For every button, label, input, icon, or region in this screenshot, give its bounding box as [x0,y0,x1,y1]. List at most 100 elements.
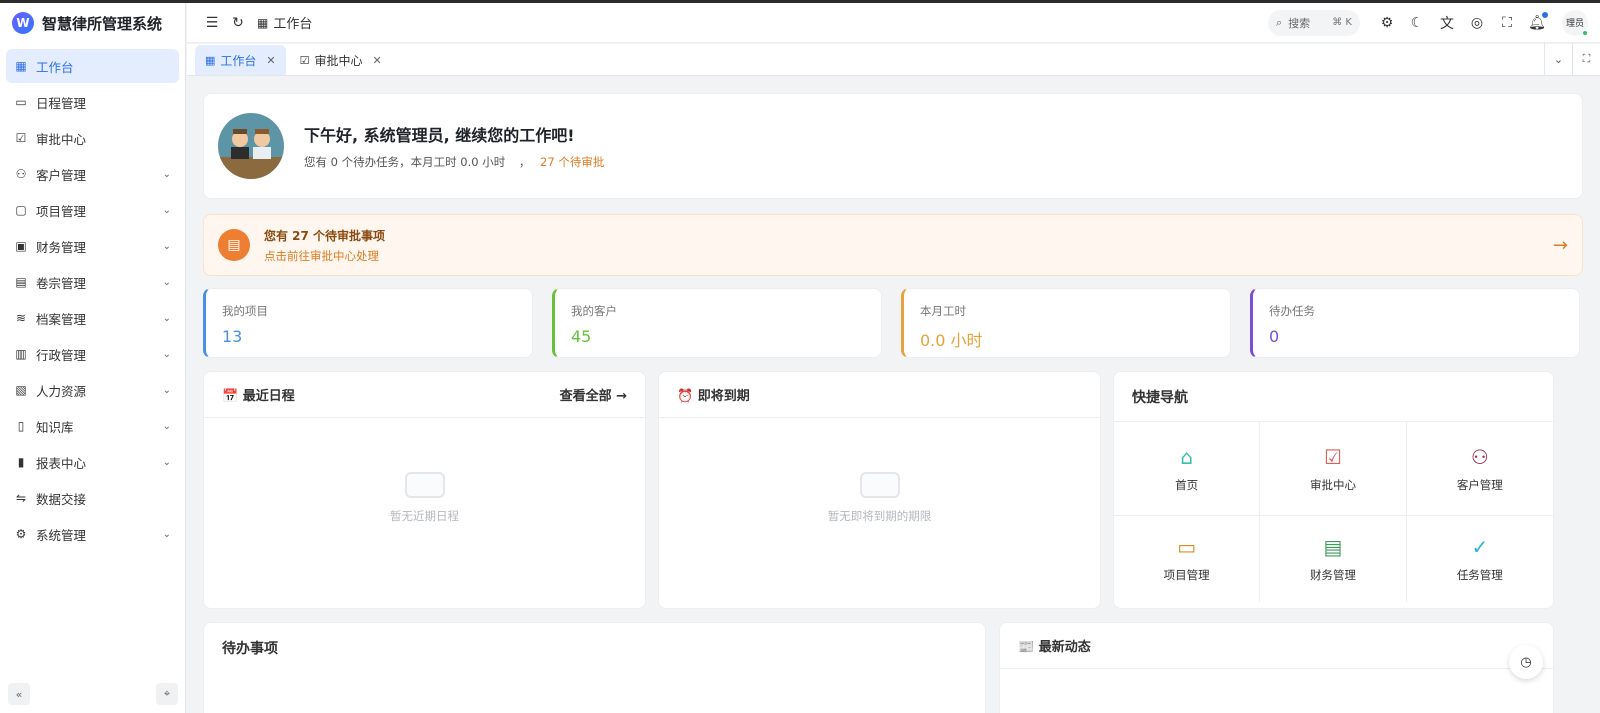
chevron-down-icon[interactable]: ⌄ [163,529,171,540]
quick-nav-label: 任务管理 [1456,568,1503,582]
chevron-down-icon[interactable]: ⌄ [163,169,171,180]
chevron-down-icon[interactable]: ⌄ [163,205,171,216]
transfer-icon: ⇋ [15,491,27,505]
quick-nav-label: 财务管理 [1309,568,1356,582]
quick-nav-item-5[interactable]: ✓ 任务管理 [1407,516,1553,602]
sidebar-item-5[interactable]: ▣ 财务管理 ⌄ [6,229,179,263]
sidebar-item-2[interactable]: ☑ 审批中心 [6,121,179,155]
id-card-icon: ▧ [15,383,27,397]
welcome-avatar [218,113,284,179]
pin-sidebar-icon[interactable]: ⌖ [156,683,178,705]
panel-header: 快捷导航 [1114,372,1553,422]
panel-header: ⏰ 即将到期 [659,372,1100,418]
sidebar-item-1[interactable]: ▭ 日程管理 [6,85,179,119]
search-shortcut: ⌘ K [1332,17,1352,28]
welcome-title: 下午好, 系统管理员, 继续您的工作吧! [304,126,575,145]
sidebar-item-13[interactable]: ⚙ 系统管理 ⌄ [6,517,179,551]
users-icon: ⚇ [15,167,27,181]
translate-icon[interactable]: 文 [1434,10,1460,36]
chevron-down-icon[interactable]: ⌄ [163,241,171,252]
pending-approvals-link[interactable]: 27 个待审批 [540,155,604,169]
file-icon: ▤ [15,275,27,289]
wallet-icon: ▣ [15,239,27,253]
quick-nav-label: 审批中心 [1309,477,1356,492]
stat-monthly-hours[interactable]: 本月工时 0.0 小时 [901,288,1231,358]
chevron-down-icon[interactable]: ⌄ [1544,43,1572,75]
stat-pending-tasks[interactable]: 待办任务 0 [1250,288,1580,358]
theme-color-icon[interactable]: ◎ [1464,10,1490,36]
tab-approval[interactable]: ☑ 审批中心 ✕ [290,45,392,75]
notification-bell-icon[interactable]: 🔔︎ [1524,10,1550,36]
welcome-separator: ， [518,155,531,169]
panel-title: ⏰ 即将到期 [677,389,750,404]
tab-label: 审批中心 [314,53,363,68]
sidebar-item-4[interactable]: ▢ 项目管理 ⌄ [6,193,179,227]
sidebar-item-8[interactable]: ▥ 行政管理 ⌄ [6,337,179,371]
collapse-sidebar-icon[interactable]: « [8,683,30,705]
chevron-down-icon[interactable]: ⌄ [163,277,171,288]
sidebar-item-3[interactable]: ⚇ 客户管理 ⌄ [6,157,179,191]
app-title: 智慧律所管理系统 [42,14,163,33]
user-avatar[interactable]: 理员 [1562,9,1588,36]
empty-text: 暂无即将到期的期限 [827,509,932,523]
tab-dashboard[interactable]: ▦ 工作台 ✕ [195,45,286,75]
home-icon: ⌂ [1180,444,1194,469]
chart-icon: ▮ [17,455,25,469]
stat-my-clients[interactable]: 我的客户 45 [552,288,882,358]
close-icon[interactable]: ✕ [373,54,382,67]
sidebar-item-11[interactable]: ▮ 报表中心 ⌄ [6,445,179,479]
quick-nav-item-1[interactable]: ☑ 审批中心 [1260,422,1407,516]
chevron-down-icon[interactable]: ⌄ [163,349,171,360]
chevron-down-icon[interactable]: ⌄ [163,457,171,468]
panel-title: 📰 最新动态 [1018,640,1091,655]
refresh-icon[interactable]: ↻ [225,10,251,36]
search-icon: ⌕ [1276,15,1283,29]
fullscreen-icon[interactable]: ⛶ [1494,10,1520,36]
chevron-down-icon[interactable]: ⌄ [163,385,171,396]
users-icon: ⚇ [1470,444,1489,469]
building-icon: ▥ [15,347,27,361]
history-clock-icon[interactable]: ◷ [1509,645,1543,679]
search-input[interactable]: ⌕ 搜索 ⌘ K [1268,9,1360,36]
calendar-icon: ▭ [15,95,27,109]
sidebar-item-6[interactable]: ▤ 卷宗管理 ⌄ [6,265,179,299]
breadcrumb[interactable]: ▦ 工作台 [257,13,313,33]
sidebar-item-7[interactable]: ≋ 档案管理 ⌄ [6,301,179,335]
clipboard-icon: ▤ [218,229,250,261]
dark-mode-icon[interactable]: ☾ [1404,10,1430,36]
quick-nav-item-0[interactable]: ⌂ 首页 [1114,422,1261,516]
header-actions: ⌕ 搜索 ⌘ K ⚙ ☾ 文 ◎ ⛶ 🔔︎ 理员 [1268,9,1588,36]
chevron-down-icon[interactable]: ⌄ [163,313,171,324]
notice-link[interactable]: 点击前往审批中心处理 [264,248,385,264]
arrow-right-icon[interactable]: → [1553,235,1568,256]
welcome-summary: 您有 0 个待办任务，本月工时 0.0 小时 [304,155,506,169]
chevron-down-icon[interactable]: ⌄ [163,421,171,432]
empty-inbox-icon [859,472,900,498]
sidebar-item-12[interactable]: ⇋ 数据交接 [6,481,179,515]
dashboard-icon: ▦ [205,53,216,67]
empty-state: 暂无近期日程 [204,472,645,524]
empty-text: 暂无近期日程 [390,509,459,523]
settings-icon[interactable]: ⚙ [1374,10,1400,36]
maximize-icon[interactable]: ⛶ [1572,43,1600,75]
sidebar-item-9[interactable]: ▧ 人力资源 ⌄ [6,373,179,407]
approval-notice[interactable]: ▤ 您有 27 个待审批事项 点击前往审批中心处理 → [203,214,1583,276]
quick-nav-item-4[interactable]: ▤ 财务管理 [1260,516,1407,602]
approval-icon: ☑ [15,131,27,145]
quick-nav-item-2[interactable]: ⚇ 客户管理 [1406,422,1553,516]
view-all-link[interactable]: 查看全部 → [560,385,627,404]
search-placeholder: 搜索 [1288,16,1311,30]
stat-label: 我的客户 [571,304,617,318]
sidebar-item-10[interactable]: ▯ 知识库 ⌄ [6,409,179,443]
briefcase-icon: ▭ [1177,535,1197,559]
panel-header: 📰 最新动态 [1000,623,1553,669]
sidebar-item-0[interactable]: ▦ 工作台 [6,49,179,83]
menu-toggle-icon[interactable]: ☰ [199,10,225,36]
stat-my-projects[interactable]: 我的项目 13 [203,288,533,358]
close-icon[interactable]: ✕ [266,54,275,67]
brand[interactable]: W 智慧律所管理系统 [0,3,185,43]
todo-panel: 待办事项 [203,622,986,713]
upcoming-deadlines-panel: ⏰ 即将到期 暂无即将到期的期限 [658,371,1101,609]
quick-nav-item-3[interactable]: ▭ 项目管理 [1114,516,1261,602]
breadcrumb-label: 工作台 [273,17,313,32]
